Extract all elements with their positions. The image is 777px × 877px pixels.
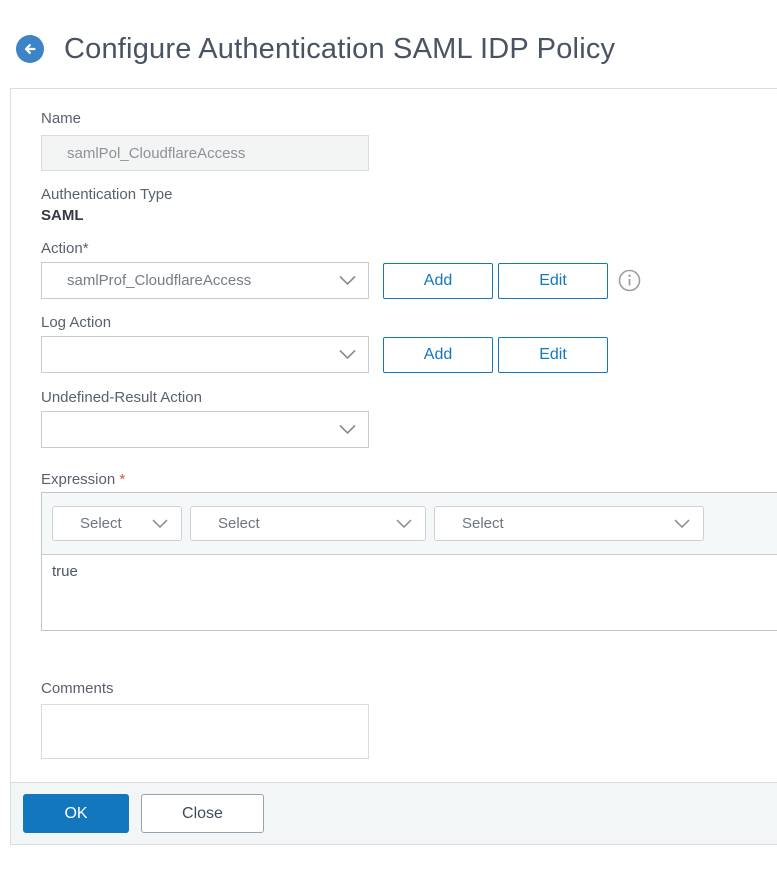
expression-select-2-value: Select [218, 515, 260, 532]
expression-select-3[interactable]: Select [434, 506, 704, 541]
close-button[interactable]: Close [141, 794, 264, 833]
action-add-button[interactable]: Add [383, 262, 493, 299]
action-edit-button[interactable]: Edit [498, 262, 608, 299]
chevron-down-icon [339, 424, 356, 434]
log-action-select[interactable] [41, 336, 369, 373]
back-button[interactable] [16, 35, 44, 63]
chevron-down-icon [152, 519, 168, 528]
form-body: Name Authentication Type SAML Action* sa… [11, 89, 777, 782]
arrow-left-icon [24, 44, 36, 54]
chevron-down-icon [396, 519, 412, 528]
action-select-value: samlProf_CloudflareAccess [67, 272, 252, 289]
expression-textarea[interactable]: true [42, 555, 777, 630]
chevron-down-icon [339, 275, 356, 285]
name-label: Name [41, 110, 82, 127]
chevron-down-icon [674, 519, 690, 528]
action-select[interactable]: samlProf_CloudflareAccess [41, 262, 369, 299]
undefined-result-action-label: Undefined-Result Action [41, 389, 202, 406]
undefined-result-action-select[interactable] [41, 411, 369, 448]
ok-button[interactable]: OK [23, 794, 129, 833]
expression-select-2[interactable]: Select [190, 506, 426, 541]
form-footer: OK Close [11, 782, 777, 844]
page-title: Configure Authentication SAML IDP Policy [64, 32, 616, 65]
name-input [41, 135, 369, 171]
page-header: Configure Authentication SAML IDP Policy [0, 0, 777, 88]
action-label: Action* [41, 240, 89, 257]
expression-label: Expression * [41, 471, 126, 488]
comments-textarea[interactable] [41, 704, 369, 759]
expression-builder: Select Select Select true [41, 492, 777, 631]
info-icon[interactable] [618, 269, 641, 292]
log-action-add-button[interactable]: Add [383, 336, 493, 373]
required-asterisk: * [119, 471, 126, 488]
auth-type-label: Authentication Type [41, 186, 173, 203]
chevron-down-icon [339, 349, 356, 359]
expression-select-3-value: Select [462, 515, 504, 532]
form-panel: Name Authentication Type SAML Action* sa… [10, 88, 777, 845]
log-action-label: Log Action [41, 314, 112, 331]
expression-toolbar: Select Select Select [42, 493, 777, 555]
expression-select-1[interactable]: Select [52, 506, 182, 541]
log-action-edit-button[interactable]: Edit [498, 336, 608, 373]
auth-type-value: SAML [41, 207, 84, 224]
expression-select-1-value: Select [80, 515, 122, 532]
comments-label: Comments [41, 680, 114, 697]
